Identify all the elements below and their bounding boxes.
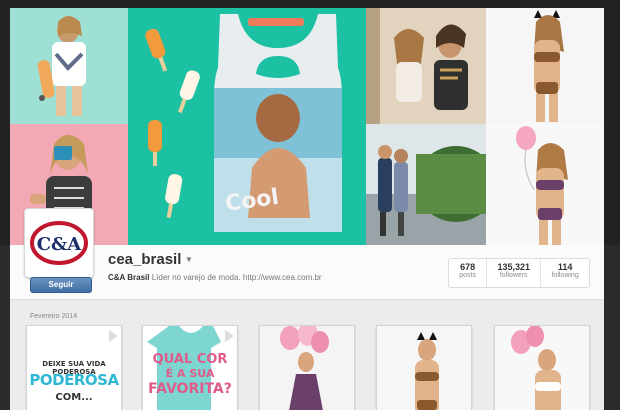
feed-thumb-balloons-dress[interactable] bbox=[259, 325, 355, 410]
thumb-text-line2: PODEROSA bbox=[29, 371, 119, 389]
feed-thumb-video-favorite-color[interactable]: QUAL COR É A SUA FAVORITA? bbox=[142, 325, 238, 410]
stat-following-label: following bbox=[551, 272, 579, 279]
stat-followers[interactable]: 135,321 followers bbox=[486, 259, 540, 287]
stat-posts[interactable]: 678 posts bbox=[449, 259, 486, 287]
profile-full-name: C&A Brasil bbox=[108, 273, 150, 282]
feed-month-label: Fevereiro 2014 bbox=[30, 313, 78, 320]
feed-thumb-leopard-bikini[interactable] bbox=[376, 325, 472, 410]
header-photo-street-group[interactable] bbox=[366, 124, 486, 245]
follow-button[interactable]: Seguir bbox=[30, 277, 92, 293]
header-photo-balloon-lingerie[interactable] bbox=[486, 124, 604, 245]
profile-info-card: C&A Seguir cea_brasil ▼ C&A Brasil Líder… bbox=[10, 208, 604, 300]
photo-feed: Fevereiro 2014 DEIXE SUA VIDA PODEROSA P… bbox=[10, 300, 604, 410]
video-icon bbox=[225, 330, 234, 342]
profile-username: cea_brasil bbox=[108, 251, 182, 268]
profile-bio-text: Líder no varejo de moda. http://www.cea.… bbox=[151, 273, 322, 282]
stat-posts-value: 678 bbox=[460, 262, 476, 272]
video-icon bbox=[109, 330, 118, 342]
thumb-text-line2: É A SUA bbox=[165, 367, 215, 380]
thumb-text-line3: FAVORITA? bbox=[148, 381, 232, 397]
header-photo-skater[interactable] bbox=[10, 8, 128, 124]
header-photo-leopard-bikini[interactable] bbox=[486, 8, 604, 124]
thumb-text-line3: COM... bbox=[55, 392, 93, 403]
avatar[interactable]: C&A bbox=[24, 208, 94, 278]
thumb-text-line1: QUAL COR bbox=[152, 352, 228, 367]
username-options-icon[interactable]: ▼ bbox=[185, 255, 193, 264]
header-photo-couple[interactable] bbox=[366, 8, 486, 124]
stat-following[interactable]: 114 following bbox=[540, 259, 589, 287]
feed-thumb-balloon-model[interactable] bbox=[494, 325, 590, 410]
logo-text: C&A bbox=[37, 234, 83, 255]
feed-thumb-video-poderosa[interactable]: DEIXE SUA VIDA PODEROSA PODEROSA COM... bbox=[26, 325, 122, 410]
stat-following-value: 114 bbox=[557, 262, 573, 272]
stat-followers-label: followers bbox=[499, 272, 528, 279]
header-photo-tank-top-popsicles[interactable]: Cool bbox=[128, 8, 366, 245]
cea-logo-icon: C&A bbox=[30, 221, 88, 265]
profile-stats: 678 posts 135,321 followers 114 followin… bbox=[448, 258, 590, 288]
profile-bio: C&A Brasil Líder no varejo de moda. http… bbox=[108, 273, 322, 282]
profile-header-mosaic: Cool bbox=[0, 0, 620, 245]
stat-followers-value: 135,321 bbox=[497, 262, 530, 272]
stat-posts-label: posts bbox=[459, 272, 476, 279]
